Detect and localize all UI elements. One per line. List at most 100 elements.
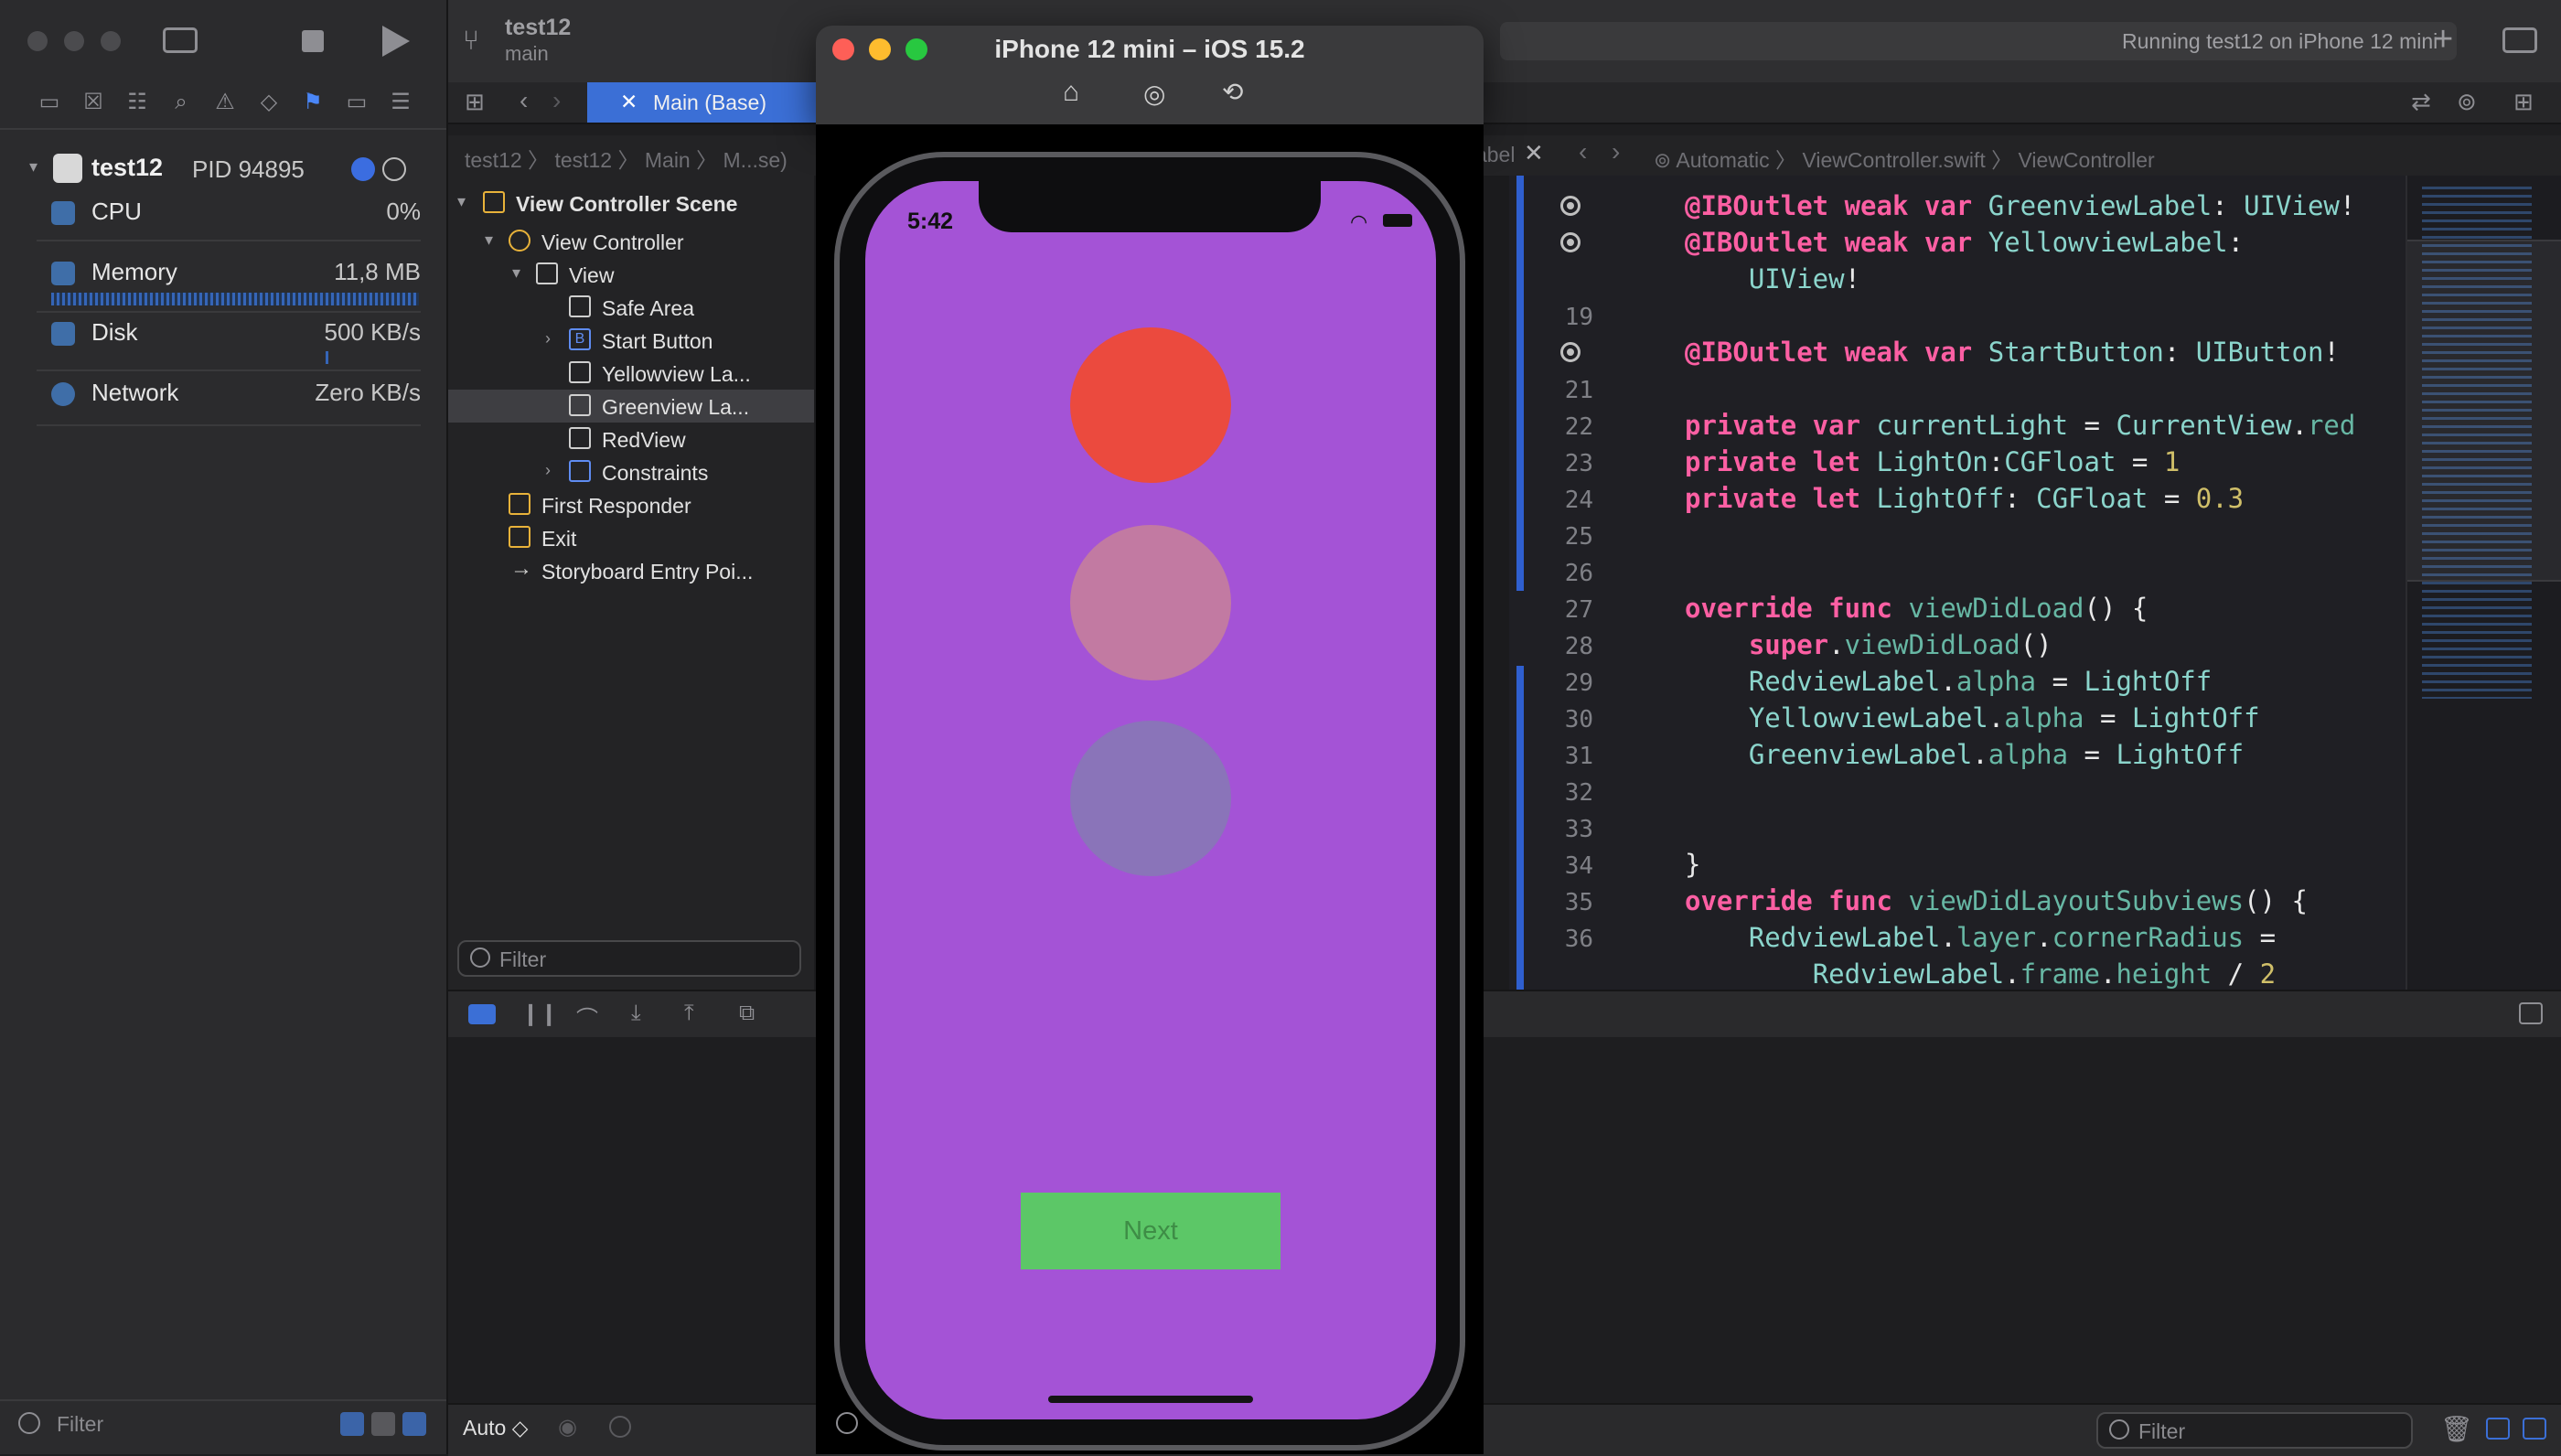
console-filter[interactable]: Filter	[2096, 1412, 2413, 1449]
minimize-window-button[interactable]	[64, 31, 84, 51]
rotate-icon[interactable]: ⟲	[1222, 77, 1243, 107]
code-line: super.viewDidLoad()	[1748, 629, 2052, 660]
outline-item-view[interactable]: ▾ View	[448, 258, 814, 291]
split-editor-icon[interactable]: ⊞	[2513, 88, 2534, 116]
outline-item-greenview-label[interactable]: Greenview La...	[448, 390, 814, 423]
debug-area[interactable]	[448, 1037, 2561, 1403]
view-icon	[569, 427, 591, 449]
outline-item-view-controller-scene[interactable]: ▾ View Controller Scene	[448, 187, 814, 219]
safe-area-icon	[569, 295, 591, 317]
next-button[interactable]: Next	[1021, 1193, 1280, 1269]
document-outline: ▾ View Controller Scene ▾ View Controlle…	[448, 176, 816, 990]
project-name[interactable]: test12	[505, 15, 571, 41]
outline-item-view-controller[interactable]: ▾ View Controller	[448, 225, 814, 258]
outline-item-exit[interactable]: Exit	[448, 521, 814, 554]
process-pid: PID 94895	[192, 155, 305, 183]
minimap-viewport[interactable]	[2407, 240, 2561, 582]
step-in-icon[interactable]: ⤓	[631, 1001, 641, 1026]
source-control-icon[interactable]: ☒	[80, 90, 106, 115]
minimap[interactable]	[2406, 176, 2561, 990]
console-view-icon[interactable]	[2523, 1418, 2546, 1440]
breakpoint-icon[interactable]: ▭	[344, 90, 370, 115]
grid-icon[interactable]: ⊞	[465, 88, 485, 116]
hide-debug-area-icon[interactable]	[2519, 1002, 2543, 1024]
gauge-disk[interactable]: Disk 500 KB/s	[37, 313, 421, 353]
zoom-window-button[interactable]	[101, 31, 121, 51]
back-icon[interactable]: ‹	[520, 86, 528, 115]
breadcrumb-left[interactable]: test12 〉 test12 〉 Main 〉 M...se)	[465, 143, 788, 174]
gauge-cpu[interactable]: CPU 0%	[37, 192, 421, 232]
outline-item-first-responder[interactable]: First Responder	[448, 488, 814, 521]
breakpoints-toggle-icon[interactable]	[468, 1004, 496, 1024]
outlet-connected-icon[interactable]	[1560, 196, 1581, 216]
home-icon[interactable]: ⌂	[1063, 77, 1079, 108]
outline-item-constraints[interactable]: › Constraints	[448, 455, 814, 488]
line-number: 33	[1564, 816, 1593, 843]
outline-item-redview[interactable]: RedView	[448, 423, 814, 455]
debug-icon[interactable]: ⚑	[300, 90, 326, 115]
symbol-icon[interactable]: ☷	[124, 90, 150, 115]
filter-option-icon[interactable]	[402, 1412, 426, 1436]
close-editor-icon[interactable]: ✕	[1524, 139, 1544, 167]
storyboard-icon: ✕	[620, 90, 638, 113]
iphone-screen[interactable]: 5:42 ◠ Next	[865, 181, 1436, 1419]
view-hierarchy-icon[interactable]: ⧉	[739, 1001, 755, 1026]
code-editor[interactable]: 19 21 22 23 24 25 26 27 28 29 30 31 32 3…	[1509, 176, 2406, 990]
back-icon[interactable]: ‹	[1579, 137, 1587, 166]
line-number: 19	[1564, 304, 1593, 331]
line-number: 32	[1564, 779, 1593, 807]
outline-item-yellowview-label[interactable]: Yellowview La...	[448, 357, 814, 390]
pause-icon[interactable]: ❙❙	[521, 1001, 558, 1027]
navigator-filter-input[interactable]: Filter	[57, 1412, 103, 1437]
find-icon[interactable]: ⌕	[168, 90, 194, 115]
info-icon[interactable]	[609, 1416, 631, 1438]
outlet-connected-icon[interactable]	[1560, 232, 1581, 252]
code-line: RedviewLabel.alpha = LightOff	[1748, 666, 2213, 697]
filter-icon	[2109, 1419, 2129, 1440]
screenshot-icon[interactable]: ◎	[1143, 79, 1165, 109]
folder-icon[interactable]: ▭	[37, 90, 62, 115]
eye-icon[interactable]: ◉	[558, 1414, 577, 1440]
variables-scope-select[interactable]: Auto ◇	[463, 1416, 528, 1440]
outlet-connected-icon[interactable]	[1560, 342, 1581, 362]
outline-item-start-button[interactable]: › B Start Button	[448, 324, 814, 357]
step-over-icon[interactable]: ⌒	[576, 1001, 598, 1033]
outline-item-storyboard-entry-point[interactable]: → Storyboard Entry Poi...	[448, 554, 814, 587]
inspector-toggle-icon[interactable]	[2502, 27, 2537, 53]
line-number: 23	[1564, 450, 1593, 477]
home-indicator[interactable]	[1048, 1396, 1253, 1403]
trash-icon[interactable]: 🗑	[2440, 1414, 2473, 1444]
run-button[interactable]	[382, 26, 410, 57]
simulator-title: iPhone 12 mini – iOS 15.2	[994, 35, 1305, 63]
disclosure-chevron-icon[interactable]: ▾	[29, 157, 38, 177]
branch-icon: ⑂	[463, 26, 479, 56]
stop-button[interactable]	[302, 30, 324, 52]
sidebar-toggle-icon[interactable]	[163, 27, 198, 53]
canvas-icon[interactable]: ⊚	[2457, 88, 2477, 116]
line-number: 31	[1564, 743, 1593, 770]
info-icon[interactable]	[351, 157, 375, 181]
filter-option-icon[interactable]	[340, 1412, 364, 1436]
process-name: test12	[91, 154, 164, 181]
add-icon[interactable]: +	[2433, 20, 2453, 59]
pause-icon[interactable]	[382, 157, 406, 181]
swap-icon[interactable]: ⇄	[2411, 88, 2431, 116]
view-icon	[569, 361, 591, 383]
outline-filter[interactable]: Filter	[457, 940, 801, 977]
forward-icon[interactable]: ›	[552, 86, 561, 115]
report-icon[interactable]: ☰	[388, 90, 413, 115]
step-out-icon[interactable]: ⤒	[684, 1001, 694, 1026]
outline-item-safe-area[interactable]: Safe Area	[448, 291, 814, 324]
test-icon[interactable]: ◇	[256, 90, 282, 115]
view-icon	[569, 394, 591, 416]
filter-icon	[18, 1412, 40, 1434]
tab-main-base[interactable]: ✕ Main (Base)	[587, 82, 825, 123]
gauge-network[interactable]: Network Zero KB/s	[37, 373, 421, 413]
forward-icon[interactable]: ›	[1612, 137, 1620, 166]
breadcrumb-right[interactable]: ⊚ Automatic 〉 ViewController.swift 〉 Vie…	[1654, 143, 2155, 174]
close-window-button[interactable]	[27, 31, 48, 51]
variables-view-icon[interactable]	[2486, 1418, 2510, 1440]
filter-option-icon[interactable]	[371, 1412, 395, 1436]
gauge-memory[interactable]: Memory 11,8 MB	[37, 252, 421, 293]
issue-icon[interactable]: ⚠	[212, 90, 238, 115]
